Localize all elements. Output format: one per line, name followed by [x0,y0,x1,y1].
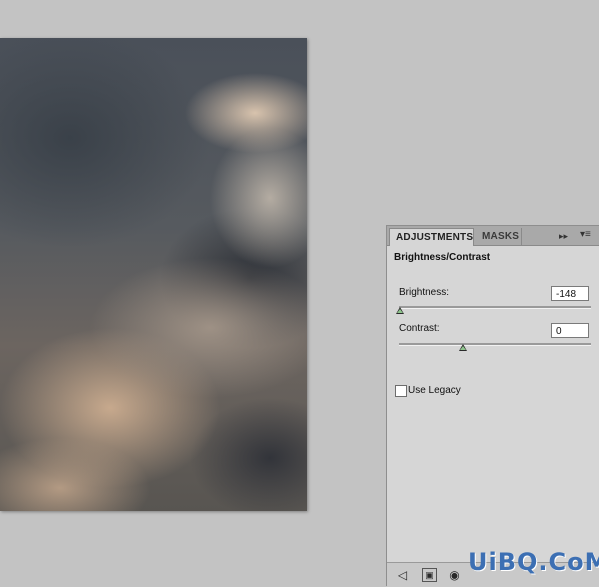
contrast-slider-track[interactable] [399,343,591,346]
collapse-panel-icon[interactable]: ▸▸ [559,230,568,242]
adjustment-title: Brightness/Contrast [394,252,491,263]
contrast-slider-thumb[interactable] [459,344,467,351]
view-previous-icon[interactable]: ▣ [422,568,437,582]
clip-to-layer-icon[interactable]: ◉ [447,568,462,582]
contrast-value-field[interactable]: 0 [551,323,589,338]
use-legacy-label[interactable]: Use Legacy [408,385,461,396]
adjustments-panel: ADJUSTMENTS MASKS ▸▸ ▾≡ Brightness/Contr… [386,225,599,587]
panel-tab-bar: ADJUSTMENTS MASKS ▸▸ ▾≡ [387,226,599,246]
brightness-value-field[interactable]: -148 [551,286,589,301]
brightness-slider-track[interactable] [399,306,591,309]
use-legacy-checkbox[interactable] [395,385,407,397]
brightness-slider-thumb[interactable] [396,307,405,314]
document-canvas-image[interactable] [0,38,307,511]
tab-adjustments[interactable]: ADJUSTMENTS [389,228,474,246]
panel-menu-icon[interactable]: ▾≡ [580,229,594,241]
site-watermark: UiBQ.CoM [468,548,599,576]
back-arrow-icon[interactable]: ◁ [395,568,410,582]
contrast-label: Contrast: [399,323,440,334]
tab-masks[interactable]: MASKS [476,228,522,246]
brightness-label: Brightness: [399,287,450,298]
